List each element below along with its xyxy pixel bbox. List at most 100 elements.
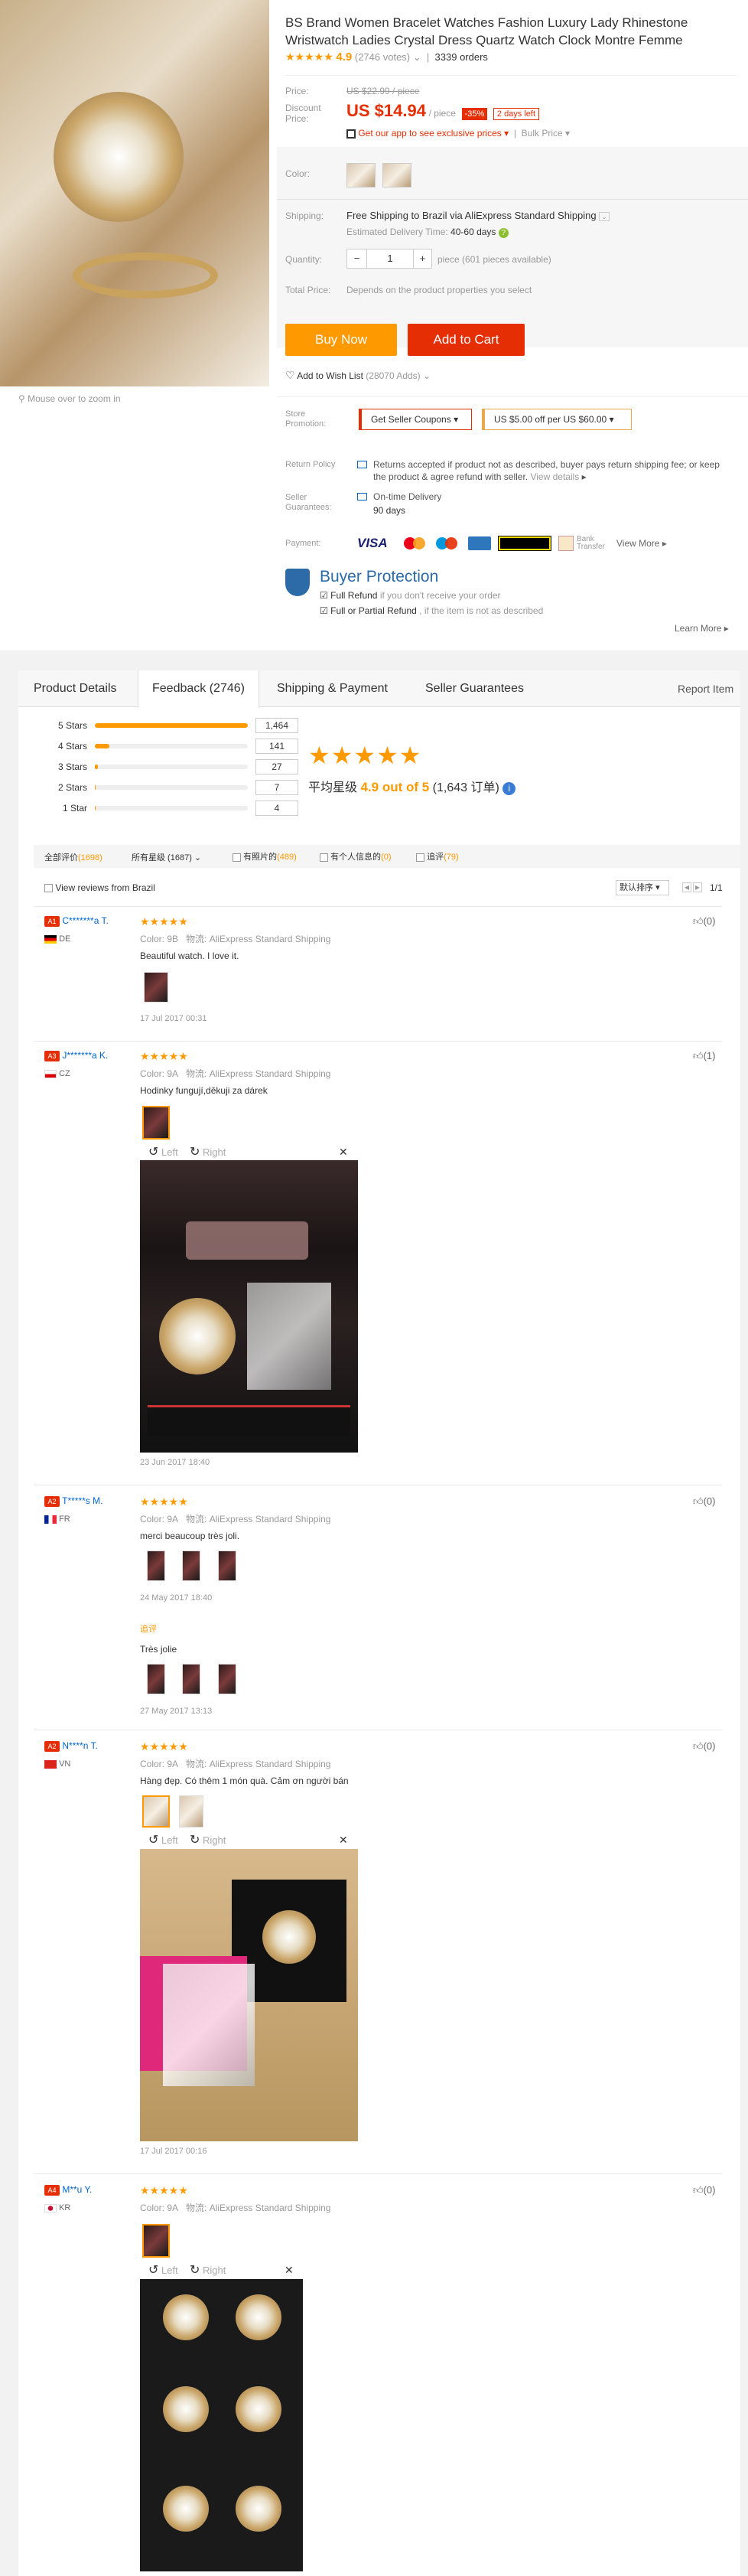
close-icon[interactable]: ✕ <box>285 2264 294 2277</box>
rating-bar-label[interactable]: 2 Stars <box>34 782 87 793</box>
next-page-button[interactable]: ▶ <box>693 882 702 892</box>
rotate-right-button[interactable]: ↻ Right <box>190 1832 226 1847</box>
rating-votes[interactable]: (2746 votes) <box>355 51 410 63</box>
review-photo-thumb[interactable] <box>147 1664 165 1694</box>
review-photo-thumb[interactable] <box>218 1664 236 1694</box>
review-divider <box>34 1041 722 1042</box>
filter-all[interactable]: 全部评价(1698) <box>44 851 102 863</box>
plus-button[interactable]: + <box>413 249 431 268</box>
rotate-left-button[interactable]: ↺ Left <box>148 2262 178 2278</box>
review-photo-thumb[interactable] <box>142 1795 170 1828</box>
buyer-level-badge: A4 <box>44 2185 60 2196</box>
review-photo-thumb[interactable] <box>182 1550 200 1581</box>
quantity-value[interactable]: 1 <box>367 249 413 268</box>
tab-feedback[interactable]: Feedback (2746) <box>138 670 259 708</box>
review-photo-large[interactable] <box>140 2279 303 2571</box>
discount-pct-badge: -35% <box>461 108 488 120</box>
flag-fr-icon <box>44 1515 57 1524</box>
review-photo-thumb[interactable] <box>179 1795 203 1828</box>
product-main-image[interactable] <box>0 0 269 386</box>
close-icon[interactable]: ✕ <box>339 1834 348 1847</box>
coupon-box[interactable]: US $5.00 off per US $60.00 ▾ <box>482 409 632 430</box>
return-label: Return Policy <box>285 460 336 469</box>
helpful-button[interactable]: 👍︎(0) <box>693 2184 715 2196</box>
tab-product-details[interactable]: Product Details <box>20 670 131 707</box>
buy-now-button[interactable]: Buy Now <box>285 324 397 356</box>
review-photo-thumb[interactable] <box>144 972 168 1003</box>
review-photo-thumb[interactable] <box>142 2224 170 2258</box>
prev-page-button[interactable]: ◀ <box>682 882 691 892</box>
bulk-price-link[interactable]: Bulk Price <box>522 128 563 139</box>
rating-bar-label[interactable]: 3 Stars <box>34 761 87 772</box>
filter-with-photo[interactable]: 有照片的(489) <box>233 850 297 862</box>
rotate-right-button[interactable]: ↻ Right <box>190 1144 226 1159</box>
quantity-stepper[interactable]: − 1 + <box>346 249 432 269</box>
review-photo-thumb[interactable] <box>142 1106 170 1140</box>
avg-value: 4.9 out of 5 <box>360 780 430 794</box>
rating-bar-count: 4 <box>255 801 298 816</box>
helpful-button[interactable]: 👍︎(0) <box>693 1495 715 1508</box>
close-icon[interactable]: ✕ <box>339 1146 348 1159</box>
rotate-left-button[interactable]: ↺ Left <box>148 1144 178 1159</box>
view-details-link[interactable]: View details <box>530 471 579 482</box>
rating-bar-label[interactable]: 4 Stars <box>34 741 87 752</box>
rating-bar-label[interactable]: 5 Stars <box>34 720 87 731</box>
review-photo-large[interactable] <box>140 1849 358 2141</box>
full-refund-row: ☑ Full Refund if you don't receive your … <box>320 590 501 601</box>
color-option-9b[interactable] <box>382 163 411 187</box>
view-more-link[interactable]: View More ▸ <box>616 538 667 549</box>
helpful-button[interactable]: 👍︎(0) <box>693 915 715 928</box>
reviewer-name[interactable]: C*******a T. <box>62 915 108 926</box>
review-divider <box>34 2173 722 2174</box>
thumbs-up-icon: 👍︎ <box>693 1050 704 1061</box>
seller-coupons-select[interactable]: Get Seller Coupons ▾ <box>359 409 472 430</box>
bracelet-graphic <box>73 253 218 298</box>
review-photo-thumb[interactable] <box>147 1550 165 1581</box>
rotate-left-icon: ↺ <box>148 1146 159 1159</box>
wishlist-link[interactable]: Add to Wish List <box>297 370 363 381</box>
reviewer-name[interactable]: J*******a K. <box>62 1050 108 1061</box>
wishlist-row[interactable]: ♡ Add to Wish List (28070 Adds) ⌄ <box>285 369 431 382</box>
review-photo-thumb[interactable] <box>218 1550 236 1581</box>
payment-label: Payment: <box>285 539 321 548</box>
maestro-icon <box>434 536 462 551</box>
rotate-left-button[interactable]: ↺ Left <box>148 1832 178 1847</box>
buyer-protection-title: Buyer Protection <box>320 568 439 585</box>
review-stars: ★★★★★ <box>140 1740 188 1753</box>
view-brazil-checkbox[interactable]: View reviews from Brazil <box>44 882 155 893</box>
rating-bar-count: 7 <box>255 780 298 795</box>
reviewer-name[interactable]: N****n T. <box>62 1740 97 1751</box>
minus-button[interactable]: − <box>347 249 367 268</box>
review-text: Hàng đẹp. Có thêm 1 món quà. Cảm ơn ngườ… <box>140 1775 349 1786</box>
app-price-row[interactable]: Get our app to see exclusive prices ▾ | … <box>346 128 570 139</box>
helpful-button[interactable]: 👍︎(0) <box>693 1740 715 1753</box>
shipping-row[interactable]: Free Shipping to Brazil via AliExpress S… <box>346 210 610 221</box>
filter-followup[interactable]: 追评(79) <box>416 850 459 862</box>
info-icon[interactable]: i <box>502 782 516 795</box>
rating-bar-label[interactable]: 1 Star <box>34 803 87 814</box>
reviewer-name[interactable]: M**u Y. <box>62 2184 92 2195</box>
followup-label: 追评 <box>140 1625 157 1634</box>
learn-more-link[interactable]: Learn More ▸ <box>675 623 729 634</box>
review-divider <box>34 906 722 907</box>
help-icon[interactable]: ? <box>498 228 509 238</box>
review-photo-thumb[interactable] <box>182 1664 200 1694</box>
review-header: A1 C*******a T. <box>44 915 109 927</box>
filter-stars-select[interactable]: 所有星级 (1687) ⌄ <box>132 851 201 863</box>
filter-with-info[interactable]: 有个人信息的(0) <box>320 850 392 862</box>
color-option-9a[interactable] <box>346 163 376 187</box>
checkbox-icon <box>416 853 424 862</box>
helpful-button[interactable]: 👍︎(1) <box>693 1050 715 1062</box>
add-to-cart-button[interactable]: Add to Cart <box>408 324 525 356</box>
rating-value: 4.9 <box>336 51 353 64</box>
sort-select[interactable]: 默认排序 ▾ <box>616 880 669 895</box>
rotate-right-button[interactable]: ↻ Right <box>190 2262 226 2278</box>
reviewer-name[interactable]: T*****s M. <box>62 1495 102 1506</box>
rotate-right-icon: ↻ <box>190 1834 200 1847</box>
tab-seller-guarantees[interactable]: Seller Guarantees <box>411 670 538 707</box>
report-item-link[interactable]: Report Item <box>664 670 747 707</box>
chevron-down-icon: ⌄ <box>599 212 610 221</box>
review-photo-large[interactable] <box>140 1160 358 1453</box>
tab-shipping-payment[interactable]: Shipping & Payment <box>263 670 402 707</box>
qr-code-icon <box>346 129 356 139</box>
